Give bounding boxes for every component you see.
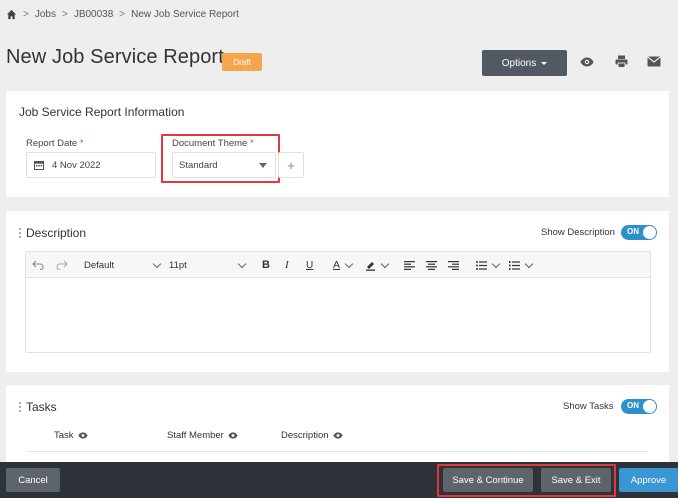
dropdown-arrow-icon [259,162,267,168]
breadcrumb-separator: > [61,8,68,20]
tasks-card: Tasks Show Tasks ON Task Staff Member De… [6,385,669,465]
eye-icon[interactable] [77,432,88,439]
options-button[interactable]: Options [482,50,567,76]
chevron-down-icon [152,259,162,268]
section-title: Description [26,226,87,240]
add-theme-button[interactable]: + [278,152,304,178]
section-title: Job Service Report Information [19,105,185,119]
chevron-down-icon [380,259,390,268]
chevron-down-icon [344,259,354,268]
drag-handle-icon[interactable] [19,402,23,412]
save-and-exit-button[interactable]: Save & Exit [541,468,611,492]
breadcrumb: > Jobs > JB00038 > New Job Service Repor… [6,6,239,22]
calendar-icon [34,161,44,170]
print-icon[interactable] [613,53,629,69]
toggle-knob [643,400,656,413]
approve-button[interactable]: Approve [619,468,678,492]
divider [26,451,648,452]
font-size-value: 11pt [169,259,187,271]
mail-icon[interactable] [646,53,662,69]
chevron-down-icon [491,259,501,268]
breadcrumb-jobs[interactable]: Jobs [35,9,56,20]
eye-icon[interactable] [579,54,595,70]
report-date-value: 4 Nov 2022 [52,159,101,171]
highlighter-icon [366,261,375,271]
toggle-on-label: ON [627,401,639,410]
bullet-list-icon [476,260,487,270]
column-label: Staff Member [167,430,224,441]
numbered-list-icon [509,260,520,270]
required-mark: * [79,138,84,149]
report-info-card: Job Service Report Information Report Da… [6,91,669,197]
toggle-knob [643,226,656,239]
column-header-task[interactable]: Task [54,430,88,441]
report-date-label: Report Date * [26,138,84,149]
numbered-list-button[interactable] [509,252,534,278]
editor-content-area[interactable] [26,279,650,352]
status-badge: Draft [222,53,262,71]
document-theme-label-text: Document Theme [172,138,248,149]
column-header-staff-member[interactable]: Staff Member [167,430,238,441]
italic-button[interactable]: I [285,252,289,278]
highlight-color-button[interactable] [365,252,390,278]
toggle-on-label: ON [627,227,639,236]
cancel-button[interactable]: Cancel [6,468,60,492]
breadcrumb-separator: > [119,8,126,20]
show-description-toggle[interactable]: ON [621,225,657,240]
show-tasks-label: Show Tasks [563,401,614,412]
rich-text-editor: Default 11pt B I U A [25,251,651,353]
redo-icon[interactable] [56,252,70,278]
align-center-icon[interactable] [426,252,437,278]
chevron-down-icon [524,259,534,268]
footer-action-bar: Cancel Save & Continue Save & Exit Appro… [0,462,678,498]
font-color-label: A [333,259,341,271]
bold-button[interactable]: B [262,252,270,278]
font-size-select[interactable]: 11pt [169,252,247,278]
font-family-select[interactable]: Default [84,252,162,278]
plus-icon: + [287,157,295,173]
undo-icon[interactable] [32,252,46,278]
breadcrumb-job-id[interactable]: JB00038 [74,9,113,20]
required-mark: * [249,138,254,149]
align-left-icon[interactable] [404,252,415,278]
show-tasks-toggle[interactable]: ON [621,399,657,414]
document-theme-value: Standard [179,159,218,171]
chevron-down-icon [237,259,247,268]
report-date-input[interactable]: 4 Nov 2022 [26,152,156,178]
column-label: Description [281,430,329,441]
save-and-continue-button[interactable]: Save & Continue [443,468,533,492]
breadcrumb-current: New Job Service Report [131,8,239,20]
drag-handle-icon[interactable] [19,228,23,238]
document-theme-select[interactable]: Standard [172,152,276,178]
report-date-label-text: Report Date [26,138,78,149]
underline-button[interactable]: U [306,252,313,278]
page-title: New Job Service Report [6,46,224,68]
editor-toolbar: Default 11pt B I U A [26,252,650,278]
caret-down-icon [541,61,548,65]
section-title: Tasks [26,400,57,414]
breadcrumb-separator: > [23,8,29,20]
document-theme-label: Document Theme * [172,138,254,149]
column-label: Task [54,430,74,441]
align-right-icon[interactable] [448,252,459,278]
eye-icon[interactable] [332,432,343,439]
description-card: Description Show Description ON Default … [6,211,669,372]
eye-icon[interactable] [228,432,238,439]
home-icon[interactable] [6,9,17,20]
font-family-value: Default [84,259,115,271]
bullet-list-button[interactable] [476,252,501,278]
font-color-button[interactable]: A [333,252,354,278]
options-label: Options [501,57,537,69]
show-description-label: Show Description [541,227,615,238]
column-header-description[interactable]: Description [281,430,343,441]
